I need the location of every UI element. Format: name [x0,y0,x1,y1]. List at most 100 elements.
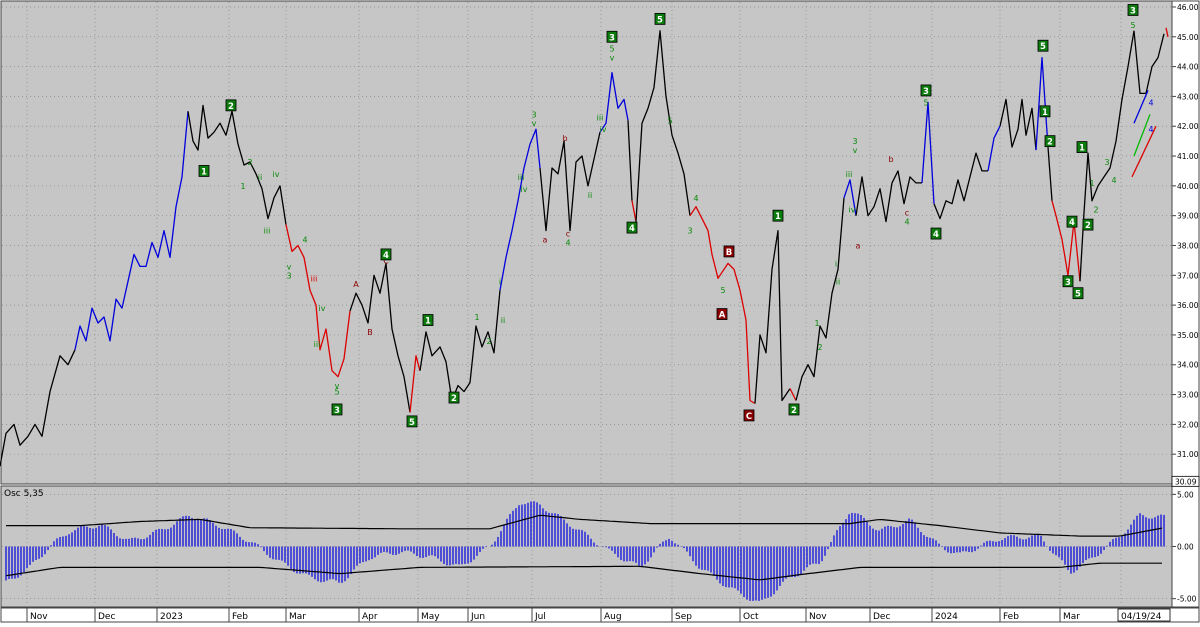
chart-svg: 1212ii iviiiv34iiiiviiiv53ABC451212iiiiii… [0,0,1200,623]
month-label: Nov [809,612,827,622]
wave-label: i [835,259,837,268]
price-tick-label: 39.00 [1177,212,1199,221]
wave-label: 2 [791,406,797,416]
wave-label: 4 [933,230,939,240]
oscillator-title: Osc 5,35 [4,489,44,499]
wave-label: 3 [286,271,291,280]
price-tick-label: 41.00 [1177,152,1199,161]
price-tick-label: 37.00 [1177,271,1199,280]
month-label: Mar [289,612,306,622]
wave-label: a [856,241,861,250]
wave-label: 1 [201,167,207,177]
wave-label: 2 [1093,206,1098,215]
wave-label: 3 [687,227,692,236]
month-label: Oct [743,612,759,622]
wave-label: c [566,230,570,239]
wave-label: B [726,248,732,258]
price-tick-label: 40.00 [1177,182,1199,191]
wave-label: iii [518,173,525,182]
wave-label: i [499,277,501,286]
wave-label: 4 [904,218,909,227]
last-price-label: 30.09 [1175,477,1197,486]
wave-label: 5 [720,286,725,295]
wave-label: 5 [334,388,339,397]
month-label: Nov [30,612,48,622]
wave-label: iv [849,206,856,215]
price-tick-label: 35.00 [1177,331,1199,340]
osc-tick-label: -5.00 [1177,595,1197,604]
wave-label: 1 [240,182,245,191]
wave-label: 4 [1069,218,1075,228]
wave-label: v [532,119,537,128]
wave-label: 1 [425,317,431,327]
month-label: Feb [1003,612,1019,622]
wave-label: 5 [1130,21,1135,30]
price-tick-label: 33.00 [1177,391,1199,400]
osc-tick-label: 0.00 [1177,543,1194,552]
wave-label: iv [521,185,528,194]
month-label: Jun [470,612,485,622]
wave-label: v [287,262,292,271]
wave-label: ii [836,277,840,286]
month-label: Aug [604,612,622,622]
month-label: 2024 [935,612,958,622]
wave-label: iii [597,113,604,122]
wave-label: 1 [474,313,479,322]
wave-label: C [746,412,752,422]
date-label: 04/19/24 [1121,612,1162,622]
month-label: Sep [675,612,692,622]
price-tick-label: 36.00 [1177,301,1199,310]
price-tick-label: 43.00 [1177,92,1199,101]
wave-label: A [353,280,359,289]
wave-label: 1 [1089,179,1094,188]
wave-label: iv [273,170,280,179]
wave-label: b [888,155,893,164]
price-tick-label: 42.00 [1177,122,1199,131]
wave-label: ii [588,191,592,200]
wave-label: 1 [775,212,781,222]
wave-label: 2 [1085,221,1091,231]
wave-label: 3 [334,406,340,416]
wave-label: a [543,236,548,245]
wave-label: ii [258,173,262,182]
wave-label: 2 [817,343,822,352]
wave-label: iii [846,170,853,179]
wave-label: 4 [1148,125,1153,134]
wave-label: A [719,311,726,321]
month-label: Dec [98,612,115,622]
wave-label: 4 [629,224,635,234]
month-label: Mar [1063,612,1080,622]
wave-label: 4 [1148,98,1153,107]
wave-label: 5 [657,15,663,25]
wave-label: 3 [1065,278,1071,288]
month-label: May [421,612,440,622]
wave-label: v [610,54,615,63]
wave-label: 4 [1111,176,1116,185]
wave-label: 4 [383,251,389,261]
wave-label: 2 [486,337,491,346]
wave-label: 4 [565,239,570,248]
price-tick-label: 46.00 [1177,3,1199,12]
wave-label: 3 [923,87,929,97]
month-label: Feb [232,612,248,622]
wave-label: iii [314,340,321,349]
wave-label: c [905,209,909,218]
price-tick-label: 38.00 [1177,241,1199,250]
price-tick-label: 44.00 [1177,63,1199,72]
wave-label: 1 [814,319,819,328]
wave-label: 1 [1042,108,1048,118]
wave-label: 2 [1047,138,1053,148]
price-tick-label: 45.00 [1177,33,1199,42]
wave-label: 5 [667,116,672,125]
wave-label: iv [600,125,607,134]
wave-label: 2 [247,158,252,167]
wave-label: 3 [852,137,857,146]
price-tick-label: 34.00 [1177,361,1199,370]
wave-label: 3 [609,33,615,43]
wave-label: 2 [451,394,457,404]
wave-label: B [367,328,373,337]
wave-label: 5 [409,418,415,428]
month-label: Jul [534,612,546,622]
chart-window: 1 2 1 2 ii iv iii v 3 4 iii iv iii v 5 3 A B C 4 5 1 2 1 2 i ii iii… [0,0,1200,623]
month-label: Dec [873,612,890,622]
